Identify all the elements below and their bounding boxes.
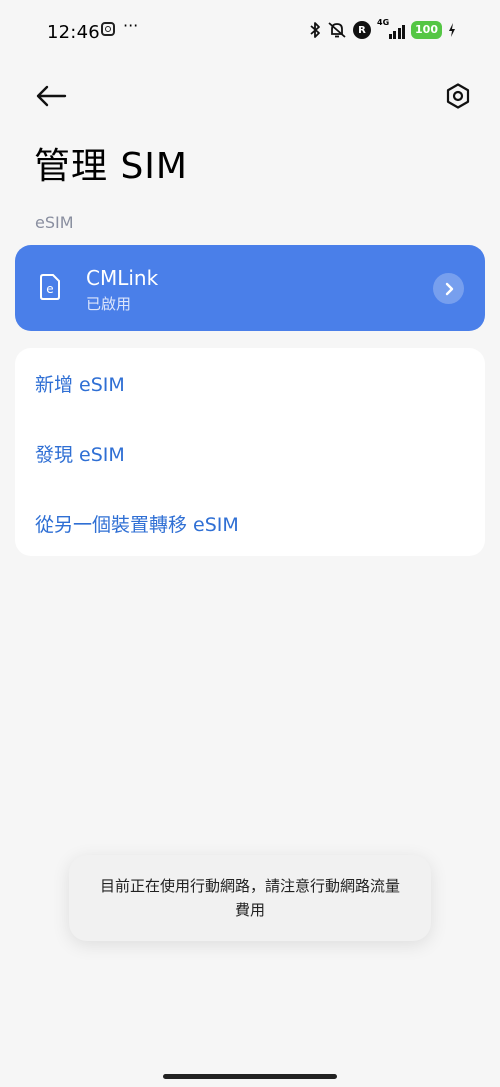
esim-options-card: 新增 eSIM 發現 eSIM 從另一個裝置轉移 eSIM <box>15 348 485 556</box>
charging-icon <box>449 23 455 37</box>
esim-card-cmlink[interactable]: e CMLink 已啟用 <box>15 245 485 331</box>
roaming-icon: R <box>353 21 372 39</box>
esim-status: 已啟用 <box>86 295 132 313</box>
back-button[interactable] <box>29 76 73 116</box>
settings-button[interactable] <box>436 76 480 116</box>
battery-level: 100 <box>411 21 442 39</box>
network-type-label: 4G <box>377 18 390 27</box>
signal-strength-icon: 4G <box>377 18 406 39</box>
svg-text:e: e <box>46 282 53 296</box>
esim-detail-button[interactable] <box>433 273 464 304</box>
mobile-data-toast: 目前正在使用行動網路，請注意行動網路流量費用 <box>69 855 431 941</box>
status-bar: 12:46 ··· R 4G 100 <box>0 0 500 66</box>
esim-icon: e <box>40 274 60 300</box>
status-right-icons: R 4G 100 <box>309 18 456 39</box>
transfer-esim-option[interactable]: 從另一個裝置轉移 eSIM <box>35 510 239 537</box>
muted-bell-icon <box>328 22 346 38</box>
add-esim-option[interactable]: 新增 eSIM <box>35 370 125 397</box>
arrow-left-icon <box>36 85 67 107</box>
page-title: 管理 SIM <box>34 146 188 187</box>
more-notifications-icon: ··· <box>123 16 139 35</box>
esim-section-label: eSIM <box>35 213 74 232</box>
chevron-right-icon <box>445 282 453 295</box>
esim-name: CMLink <box>86 266 159 290</box>
discover-esim-option[interactable]: 發現 eSIM <box>35 440 125 467</box>
bluetooth-icon <box>310 22 320 38</box>
instagram-icon <box>101 22 115 36</box>
gear-icon <box>446 83 470 109</box>
status-time: 12:46 <box>47 22 100 43</box>
status-left-icons: ··· <box>101 16 139 36</box>
home-indicator[interactable] <box>163 1074 337 1079</box>
